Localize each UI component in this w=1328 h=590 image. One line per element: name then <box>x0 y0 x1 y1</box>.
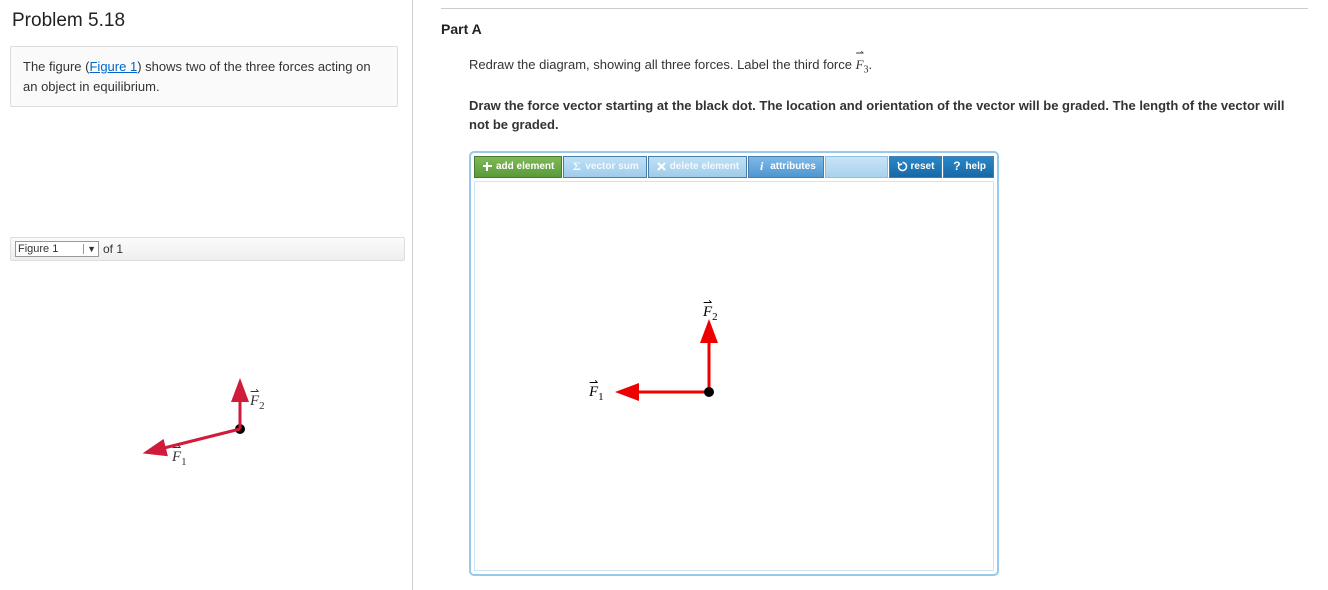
part-a-bold-instruction: Draw the force vector starting at the bl… <box>469 96 1308 135</box>
problem-description: The figure (Figure 1) shows two of the t… <box>10 46 398 107</box>
right-pane: Part A Redraw the diagram, showing all t… <box>413 0 1328 590</box>
add-element-button[interactable]: add element <box>474 156 562 178</box>
figure-of-label: of 1 <box>103 242 123 256</box>
figure-select-value: Figure 1 <box>18 243 58 255</box>
canvas-f1-label: ⇀F1 <box>589 384 604 403</box>
problem-title: Problem 5.18 <box>8 8 400 46</box>
figure-nav-bar: Figure 1 ▼ of 1 <box>10 237 405 261</box>
desc-pre: The figure ( <box>23 59 89 74</box>
question-icon: ? <box>951 161 962 172</box>
f3-symbol: ⇀F3 <box>856 55 869 78</box>
attributes-button[interactable]: i attributes <box>748 156 824 178</box>
reset-icon <box>897 161 908 172</box>
canvas-f2-label: ⇀F2 <box>703 304 718 323</box>
reset-button[interactable]: reset <box>889 156 943 178</box>
part-a-instruction: Redraw the diagram, showing all three fo… <box>469 55 1308 78</box>
chevron-down-icon: ▼ <box>83 244 96 254</box>
figure-canvas: ⇀F1 ⇀F2 <box>10 261 405 581</box>
x-icon <box>656 161 667 172</box>
f2-label: ⇀F2 <box>250 393 265 412</box>
divider <box>441 8 1308 9</box>
part-a-title: Part A <box>441 21 1308 37</box>
delete-element-button[interactable]: delete element <box>648 156 747 178</box>
info-icon: i <box>756 161 767 172</box>
figure-link[interactable]: Figure 1 <box>89 59 137 74</box>
sigma-icon: Σ <box>571 161 582 172</box>
f1-label: ⇀F1 <box>172 449 187 468</box>
drawing-toolbar: add element Σ vector sum delete element … <box>474 156 994 178</box>
drawing-widget: add element Σ vector sum delete element … <box>469 151 999 576</box>
vector-sum-button[interactable]: Σ vector sum <box>563 156 646 178</box>
plus-icon <box>482 161 493 172</box>
figure-select[interactable]: Figure 1 ▼ <box>15 241 99 257</box>
toolbar-spacer <box>825 156 888 178</box>
help-button[interactable]: ? help <box>943 156 994 178</box>
drawing-canvas[interactable]: ⇀F1 ⇀F2 <box>474 181 994 571</box>
left-pane: Problem 5.18 The figure (Figure 1) shows… <box>0 0 413 590</box>
